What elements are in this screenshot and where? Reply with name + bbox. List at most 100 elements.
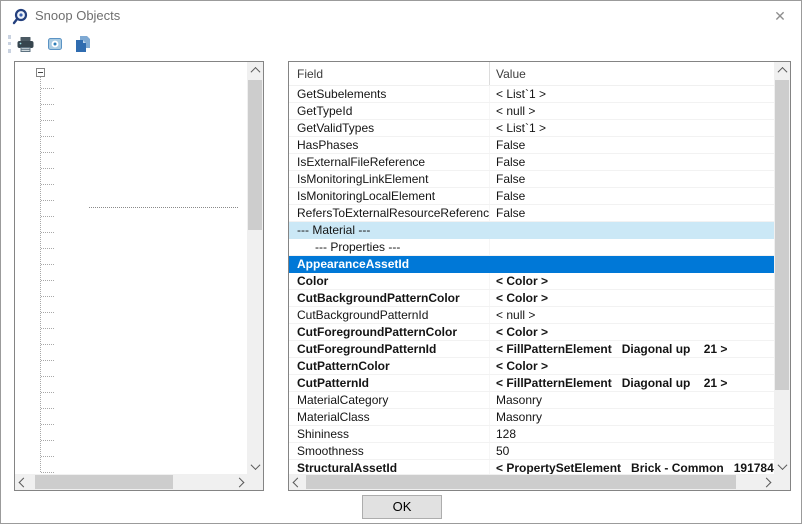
title-bar: Snoop Objects ✕ [1,1,801,31]
grid-cell-field: Smoothness [289,443,489,459]
grid-row[interactable]: MaterialClass Masonry [289,409,774,426]
grid-cell-field: IsMonitoringLinkElement [289,171,489,187]
grid-vertical-scrollbar[interactable] [774,62,790,474]
grid-row[interactable]: --- Properties --- [289,239,774,256]
tree-item[interactable]: < Ceramic Tile 50944 > [15,272,247,288]
scroll-left-icon[interactable] [289,474,305,490]
tree-item[interactable]: < Concrete, Lightweight 25367 > [15,368,247,384]
grid-rows: GetSubelements < List`1 > GetTypeId < nu… [289,86,774,474]
print-button[interactable] [14,34,36,54]
grid-row[interactable]: CutForegroundPatternColor < Color > [289,324,774,341]
tree-item[interactable]: < Ceiling Tile 600 x 1200 28309 > [15,240,247,256]
grid-vscroll-thumb[interactable] [775,80,789,390]
tree-root[interactable]: Material [15,64,247,80]
tree-hscroll-thumb[interactable] [35,475,173,489]
grid-cell-field: Shininess [289,426,489,442]
tree-item[interactable]: < Default Form 136428 > [15,464,247,474]
grid-row[interactable]: AppearanceAssetId [289,256,774,273]
tree-item[interactable]: < Cherry 33400 > [15,288,247,304]
tree-item[interactable]: < Concrete, Precast 20490 > [15,384,247,400]
grid-cell-field: GetTypeId [289,103,489,119]
tree-item[interactable]: < Air Infiltration Barrier 20526 > [15,96,247,112]
grid-row[interactable]: Shininess 128 [289,426,774,443]
grid-horizontal-scrollbar[interactable] [289,474,774,490]
grid-cell-field: GetValidTypes [289,120,489,136]
revit-lookup-icon [12,8,29,25]
grid-cell-field: StructuralAssetId [289,460,489,474]
grid-row[interactable]: HasPhases False [289,137,774,154]
collapse-icon[interactable] [36,68,45,77]
tree-item[interactable]: < Brick, Soldier Course 42541 > [15,208,247,224]
tree-item[interactable]: < Asphalt Shingle 25364 > [15,176,247,192]
grid-cell-field: MaterialCategory [289,392,489,408]
field-value-grid-panel: Field Value GetSubelements < List`1 > Ge… [288,61,791,491]
grid-cell-value: < FillPatternElement Diagonal up 21 > [489,375,774,391]
close-icon[interactable]: ✕ [767,4,793,28]
tree-vscroll-thumb[interactable] [248,80,262,230]
grid-row[interactable]: IsExternalFileReference False [289,154,774,171]
grid-row[interactable]: Color < Color > [289,273,774,290]
grid-cell-value: < null > [489,103,774,119]
grid-row[interactable]: CutBackgroundPatternColor < Color > [289,290,774,307]
tree-item[interactable]: < Default 19101 > [15,432,247,448]
tree-item[interactable]: < Damp-proofing 20533 > [15,416,247,432]
tree-vertical-scrollbar[interactable] [247,62,263,474]
tree-item[interactable]: < Concrete Masonry Units (1) 75452 > [15,336,247,352]
tree-item[interactable]: < Copper 156263 > [15,400,247,416]
grid-hscroll-thumb[interactable] [306,475,736,489]
tree-item[interactable]: < Clad - White 344149 > [15,304,247,320]
tree-item[interactable]: < Analytical Slab Surface 165329 > [15,144,247,160]
scroll-up-icon[interactable] [774,62,790,78]
grid-cell-value: < Color > [489,290,774,306]
snoop-objects-dialog: Snoop Objects ✕ [0,0,802,524]
scroll-right-icon[interactable] [758,474,774,490]
grid-row[interactable]: GetTypeId < null > [289,103,774,120]
grid-header: Field Value [289,62,774,86]
tree-item[interactable]: < Brick, Common 20491 > [15,192,247,208]
scroll-right-icon[interactable] [231,474,247,490]
grid-row[interactable]: Smoothness 50 [289,443,774,460]
scroll-down-icon[interactable] [247,458,263,474]
grid-row[interactable]: GetValidTypes < List`1 > [289,120,774,137]
grid-cell-value: False [489,154,774,170]
grid-row[interactable]: StructuralAssetId < PropertySetElement B… [289,460,774,474]
grid-cell-field: IsMonitoringLocalElement [289,188,489,204]
grid-cell-field: CutPatternColor [289,358,489,374]
grid-row[interactable]: IsMonitoringLocalElement False [289,188,774,205]
tree-item[interactable]: < Carpet 50945 > [15,224,247,240]
copy-button[interactable] [71,34,93,54]
grid-row[interactable]: IsMonitoringLinkElement False [289,171,774,188]
grid-cell-field: CutForegroundPatternColor [289,324,489,340]
grid-cell-value [489,239,774,255]
tree-item[interactable]: < Ceiling Tile 600 x 600 28310 > [15,256,247,272]
print-preview-button[interactable] [44,34,66,54]
grid-row[interactable]: RefersToExternalResourceReferences False [289,205,774,222]
grid-row[interactable]: CutBackgroundPatternId < null > [289,307,774,324]
grid-row[interactable]: CutPatternColor < Color > [289,358,774,375]
grid-row[interactable]: --- Material --- [289,222,774,239]
scroll-up-icon[interactable] [247,62,263,78]
grid-row[interactable]: GetSubelements < List`1 > [289,86,774,103]
tree-item[interactable]: < Concrete, Cast-in-Place gray 20489 > [15,352,247,368]
column-header-field[interactable]: Field [289,62,489,85]
tree-item[interactable]: < Default Floor 19102 > [15,448,247,464]
tree-item[interactable]: < Air 20524 > [15,80,247,96]
ok-button[interactable]: OK [362,495,442,519]
grid-cell-value: 128 [489,426,774,442]
scrollbar-corner [247,474,263,490]
scroll-down-icon[interactable] [774,458,790,474]
toolbar [1,31,801,57]
grid-row[interactable]: CutPatternId < FillPatternElement Diagon… [289,375,774,392]
grid-cell-value: 50 [489,443,774,459]
grid-cell-value [489,222,774,238]
tree-item[interactable]: < Concrete Masonry Units 20492 > [15,320,247,336]
grid-row[interactable]: MaterialCategory Masonry [289,392,774,409]
tree-item[interactable]: < Analytical Floor Surface 165328 > [15,128,247,144]
tree-item[interactable]: < Analytical Wall Surface 165330 > [15,160,247,176]
scroll-left-icon[interactable] [15,474,31,490]
tree-item[interactable]: < Aluminum 20503 > [15,112,247,128]
column-header-value[interactable]: Value [489,62,774,85]
grid-row[interactable]: CutForegroundPatternId < FillPatternElem… [289,341,774,358]
grid-cell-field: CutBackgroundPatternId [289,307,489,323]
tree-horizontal-scrollbar[interactable] [15,474,247,490]
